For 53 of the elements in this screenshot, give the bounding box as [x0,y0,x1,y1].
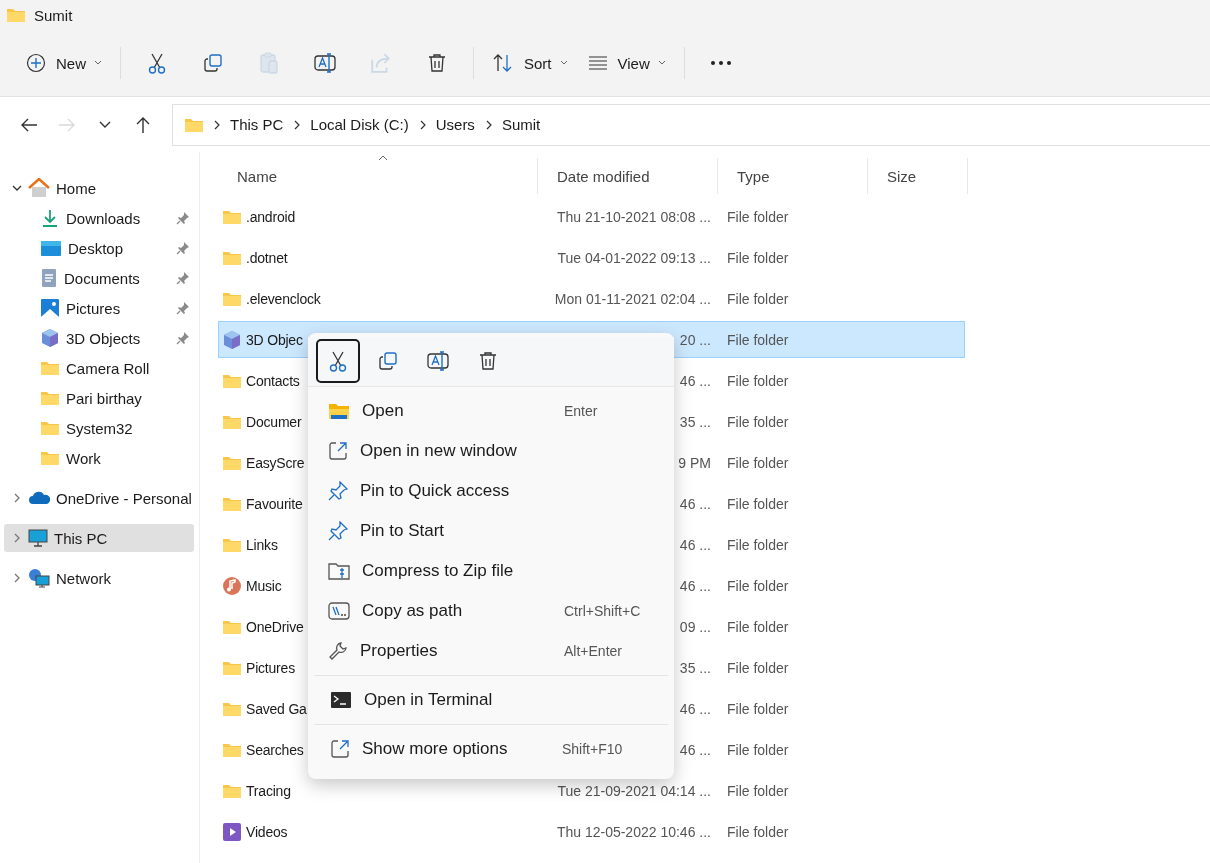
file-type: File folder [727,618,789,635]
date-modified: 46 ... [679,495,711,512]
file-name: .android [246,208,295,225]
date-modified: Tue 04-01-2022 09:13 ... [557,249,711,266]
shortcut-text: Alt+Enter [564,643,623,659]
file-name: Links [246,536,278,553]
date-modified: 46 ... [679,700,711,717]
file-type: File folder [727,700,789,717]
date-modified: 9 PM [678,454,711,471]
date-modified: 46 ... [679,577,711,594]
file-type: File folder [727,495,789,512]
file-name: 3D Objec [246,331,303,348]
date-modified: 09 ... [679,618,711,635]
file-name: Pictures [246,659,295,676]
file-type: File folder [727,413,789,430]
file-name: OneDrive [246,618,304,635]
file-type: File folder [727,823,789,840]
file-type: File folder [727,782,789,799]
file-type: File folder [727,454,789,471]
date-modified: 46 ... [679,536,711,553]
file-name: .dotnet [246,249,288,266]
shortcut-text: Ctrl+Shift+C [564,603,642,619]
date-modified: 35 ... [679,413,711,430]
file-type: File folder [727,372,789,389]
file-name: Saved Ga [246,700,307,717]
date-modified: 35 ... [679,659,711,676]
file-name: Documer [246,413,302,430]
file-type: File folder [727,290,789,307]
date-modified: 46 ... [679,372,711,389]
file-name: Music [246,577,282,594]
file-type: File folder [727,741,789,758]
date-modified: Tue 21-09-2021 04:14 ... [557,782,711,799]
file-type: File folder [727,536,789,553]
file-name: Favourite [246,495,303,512]
file-name: Videos [246,823,288,840]
file-name: Searches [246,741,304,758]
file-name: .elevenclock [246,290,321,307]
file-name: Tracing [246,782,291,799]
window-title: Sumit [34,6,73,24]
date-modified: Thu 12-05-2022 10:46 ... [556,823,711,840]
file-type: File folder [727,331,789,348]
file-type: File folder [727,577,789,594]
shortcut-text: Enter [564,403,599,419]
file-type: File folder [727,208,789,225]
shortcut-text: Shift+F10 [562,741,624,757]
date-modified: Mon 01-11-2021 02:04 ... [554,290,711,307]
date-modified: Thu 21-10-2021 08:08 ... [556,208,711,225]
file-type: File folder [727,249,789,266]
date-modified: 46 ... [679,741,711,758]
date-modified: 20 ... [679,331,711,348]
file-name: Contacts [246,372,300,389]
file-type: File folder [727,659,789,676]
file-name: EasyScre [246,454,305,471]
